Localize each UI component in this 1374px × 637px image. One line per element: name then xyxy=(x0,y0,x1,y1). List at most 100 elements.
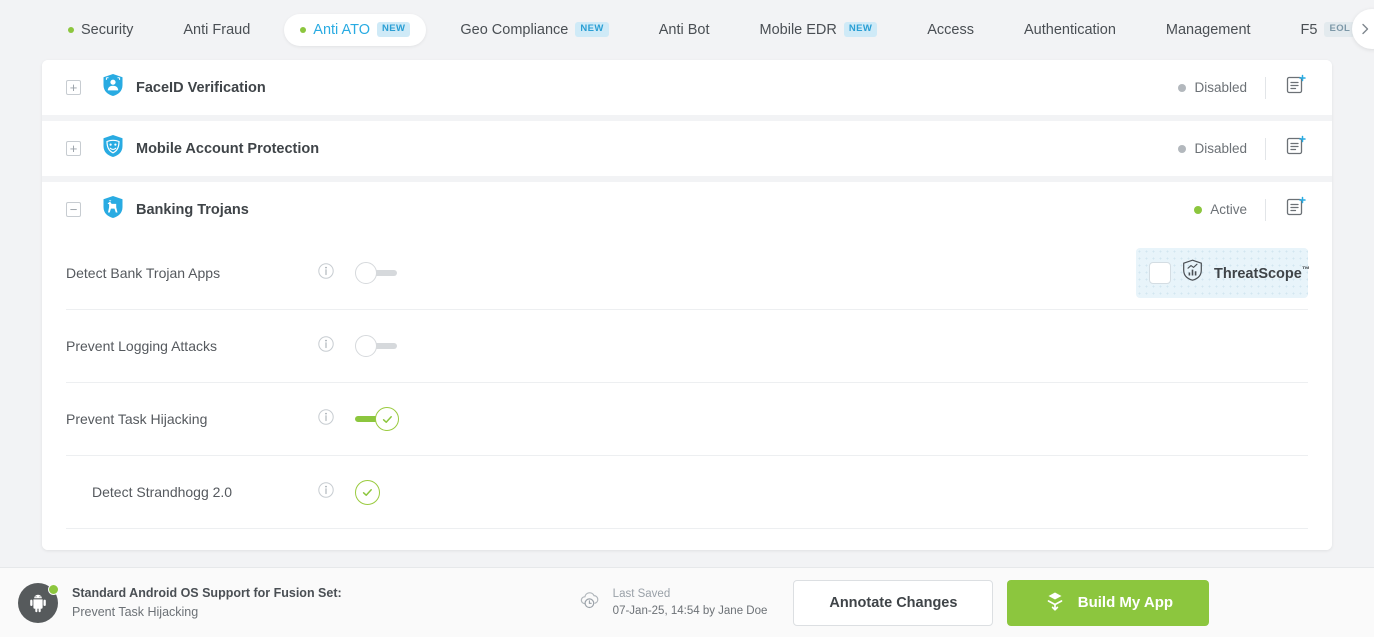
status-label: Active xyxy=(1210,202,1247,217)
build-my-app-label: Build My App xyxy=(1077,594,1174,611)
info-icon[interactable] xyxy=(318,335,334,357)
chevron-right-icon xyxy=(1362,23,1369,35)
tab-label: Access xyxy=(927,21,974,38)
section-title: FaceID Verification xyxy=(136,79,266,96)
info-icon[interactable] xyxy=(318,262,334,284)
faceid-shield-icon xyxy=(102,73,124,102)
status-dot-icon xyxy=(1178,83,1187,92)
toggle-knob xyxy=(375,407,399,431)
feature-control xyxy=(355,262,397,284)
mask-shield-icon xyxy=(102,134,124,163)
last-saved-label: Last Saved xyxy=(612,587,671,600)
tab-label: Mobile EDR xyxy=(759,21,837,38)
feature-label: Detect Strandhogg 2.0 xyxy=(92,484,233,500)
status-dot-icon xyxy=(1178,144,1187,153)
status-dot-icon xyxy=(1194,205,1203,214)
tab-label: Anti Fraud xyxy=(183,21,251,38)
new-badge: NEW xyxy=(843,22,878,37)
section-header-actions: Active xyxy=(1194,195,1332,224)
last-saved-info: Last Saved 07-Jan-25, 14:54 by Jane Doe xyxy=(578,586,768,619)
add-note-icon[interactable] xyxy=(1284,195,1308,224)
toggle-knob xyxy=(355,262,377,284)
add-note-icon[interactable] xyxy=(1284,73,1308,102)
last-saved-value: 07-Jan-25, 14:54 by Jane Doe xyxy=(612,604,768,617)
section-header-mobile-account-protection[interactable]: + Mobile Account Protection Disabled xyxy=(42,121,1332,176)
cloud-history-icon xyxy=(578,589,602,616)
threatscope-checkbox[interactable] xyxy=(1149,262,1171,284)
feature-control xyxy=(355,335,397,357)
info-icon[interactable] xyxy=(318,481,334,503)
threatscope-shield-chart-icon xyxy=(1182,259,1203,287)
eol-badge: EOL xyxy=(1324,22,1356,37)
status-dot-icon xyxy=(68,26,74,33)
tab-label: Anti ATO xyxy=(313,21,370,38)
expand-icon[interactable]: + xyxy=(66,80,81,95)
divider xyxy=(1265,137,1266,160)
status-label: Disabled xyxy=(1194,80,1247,95)
divider xyxy=(1265,76,1266,99)
feature-label: Prevent Task Hijacking xyxy=(66,411,208,427)
build-my-app-button[interactable]: Build My App xyxy=(1007,579,1210,626)
feature-label: Detect Bank Trojan Apps xyxy=(66,265,221,281)
add-note-icon[interactable] xyxy=(1284,134,1308,163)
check-icon xyxy=(382,415,392,423)
tab-geo-compliance[interactable]: Geo Compliance NEW xyxy=(444,14,624,46)
tab-anti-ato[interactable]: Anti ATO NEW xyxy=(284,13,427,46)
primary-tab-bar: Security Anti Fraud Anti ATO NEW Geo Com… xyxy=(0,0,1374,59)
os-support-title: Standard Android OS Support for Fusion S… xyxy=(72,586,342,601)
toggle-knob xyxy=(355,335,377,357)
feature-row-detect-bank-trojan-apps: Detect Bank Trojan Apps ThreatScope™ xyxy=(66,237,1310,310)
annotate-changes-button[interactable]: Annotate Changes xyxy=(793,579,994,626)
feature-control xyxy=(355,407,399,431)
feature-row-trust-app-generated-overlays: Trust App-Generated Overlays Add xyxy=(66,529,1308,550)
expand-icon[interactable]: + xyxy=(66,141,81,156)
tab-label: Anti Bot xyxy=(658,21,710,38)
section-title: Mobile Account Protection xyxy=(136,140,320,157)
tab-label: Security xyxy=(81,21,134,38)
collapse-icon[interactable]: − xyxy=(66,202,81,217)
trojan-shield-icon xyxy=(102,195,124,224)
status-badge: Disabled xyxy=(1178,141,1247,156)
section-header-banking-trojans[interactable]: − Banking Trojans Active xyxy=(42,182,1332,237)
info-icon[interactable] xyxy=(318,408,334,430)
feature-label: Prevent Logging Attacks xyxy=(66,338,217,354)
banking-trojans-panel: Detect Bank Trojan Apps ThreatScope™ Pre… xyxy=(42,237,1332,550)
toggle-prevent-task-hijacking[interactable] xyxy=(355,407,399,431)
os-support-subtitle: Prevent Task Hijacking xyxy=(72,604,199,619)
tab-anti-bot[interactable]: Anti Bot xyxy=(643,14,726,46)
os-support-info: Standard Android OS Support for Fusion S… xyxy=(72,584,342,620)
feature-row-detect-strandhogg-2-0: Detect Strandhogg 2.0 xyxy=(66,456,1308,529)
tab-mobile-edr[interactable]: Mobile EDR NEW xyxy=(744,14,894,46)
online-status-dot-icon xyxy=(48,583,59,595)
new-badge: NEW xyxy=(376,22,411,37)
feature-row-prevent-logging-attacks: Prevent Logging Attacks xyxy=(66,310,1308,383)
tab-authentication[interactable]: Authentication xyxy=(1008,14,1132,46)
section-header-actions: Disabled xyxy=(1178,73,1332,102)
feature-control xyxy=(355,479,380,505)
tab-label: Management xyxy=(1165,21,1251,38)
checkbox-detect-strandhogg[interactable] xyxy=(355,479,380,505)
threatscope-chip: ThreatScope™ xyxy=(1136,248,1310,298)
section-title: Banking Trojans xyxy=(136,201,249,218)
policy-card: + FaceID Verification Disabled + Mobile … xyxy=(42,60,1332,550)
new-badge: NEW xyxy=(575,22,609,37)
footer-bar: Standard Android OS Support for Fusion S… xyxy=(0,567,1374,637)
status-label: Disabled xyxy=(1194,141,1247,156)
section-header-actions: Disabled xyxy=(1178,134,1332,163)
section-header-faceid-verification[interactable]: + FaceID Verification Disabled xyxy=(42,60,1332,115)
avatar xyxy=(18,582,59,623)
status-dot-icon xyxy=(300,26,307,33)
tab-label: F5 xyxy=(1300,21,1318,38)
tab-label: Authentication xyxy=(1024,21,1116,38)
status-badge: Disabled xyxy=(1178,80,1247,95)
tab-security[interactable]: Security xyxy=(52,14,149,46)
tab-management[interactable]: Management xyxy=(1150,14,1267,46)
toggle-prevent-logging-attacks[interactable] xyxy=(355,335,397,357)
check-icon xyxy=(362,488,372,496)
toggle-detect-bank-trojan-apps[interactable] xyxy=(355,262,397,284)
build-icon xyxy=(1044,590,1066,616)
tab-access[interactable]: Access xyxy=(911,14,990,46)
divider xyxy=(1265,198,1266,221)
tab-anti-fraud[interactable]: Anti Fraud xyxy=(167,14,266,46)
tab-label: Geo Compliance xyxy=(460,21,569,38)
